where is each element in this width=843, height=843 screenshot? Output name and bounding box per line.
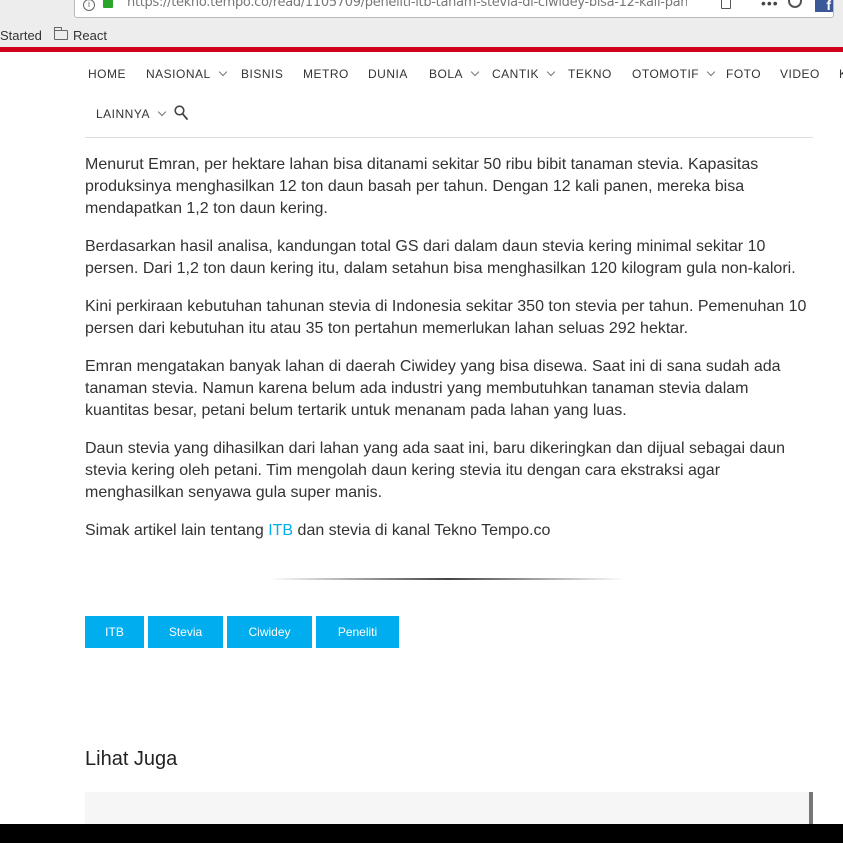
article-paragraph: Berdasarkan hasil analisa, kandungan tot… <box>85 238 796 277</box>
article-paragraph: Kini perkiraan kebutuhan tahunan stevia … <box>85 298 807 337</box>
closing-text: Simak artikel lain tentang <box>85 522 269 539</box>
tag-itb[interactable]: ITB <box>85 616 144 648</box>
url-text[interactable]: https://tekno.tempo.co/read/1105709/pene… <box>127 0 687 9</box>
browser-toolbar: i https://tekno.tempo.co/read/1105709/pe… <box>0 0 843 24</box>
nav-label: OTOMOTIF <box>632 67 700 81</box>
nav-label: NASIONAL <box>146 67 211 81</box>
tag-stevia[interactable]: Stevia <box>148 616 223 648</box>
nav-item-otomotif[interactable]: OTOMOTIF <box>632 67 716 81</box>
article-body: Menurut Emran, per hektare lahan bisa di… <box>85 154 815 558</box>
more-actions-icon[interactable]: ••• <box>761 0 779 11</box>
bookmark-react[interactable]: React <box>73 28 107 43</box>
bookmarks-bar: Started React <box>0 24 843 48</box>
article-paragraph: Daun stevia yang dihasilkan dari lahan y… <box>85 440 786 501</box>
nav-item-tekno[interactable]: TEKNO <box>568 67 612 81</box>
nav-label: TEKNO <box>568 67 612 81</box>
chevron-down-icon <box>218 67 227 77</box>
nav-label: LAINNYA <box>96 107 150 121</box>
chevron-down-icon <box>546 67 556 77</box>
nav-item-overflow[interactable]: K <box>839 67 843 81</box>
chevron-down-icon <box>706 67 716 77</box>
nav-item-bola[interactable]: BOLA <box>429 67 480 81</box>
info-icon[interactable]: i <box>83 0 95 11</box>
related-title: Lihat Juga <box>85 748 178 770</box>
site-header-bar <box>0 47 843 52</box>
nav-label: FOTO <box>726 67 762 81</box>
nav-item-nasional[interactable]: NASIONAL <box>146 67 227 81</box>
separator-line <box>270 578 625 580</box>
nav-item-metro[interactable]: METRO <box>303 67 349 81</box>
itb-link[interactable]: ITB <box>268 522 293 539</box>
nav-item-video[interactable]: VIDEO <box>780 67 820 81</box>
chevron-down-icon <box>470 67 480 77</box>
nav-item-bisnis[interactable]: BISNIS <box>241 67 283 81</box>
bottom-bar <box>0 824 843 843</box>
nav-item-foto[interactable]: FOTO <box>726 67 761 81</box>
url-bar[interactable]: i https://tekno.tempo.co/read/1105709/pe… <box>74 0 834 18</box>
chevron-down-icon <box>157 107 167 117</box>
nav-item-dunia[interactable]: DUNIA <box>368 67 408 81</box>
nav-label: DUNIA <box>368 67 408 81</box>
article-paragraph: Emran mengatakan banyak lahan di daerah … <box>85 358 781 419</box>
nav-label: BOLA <box>429 67 464 81</box>
nav-label: CANTIK <box>492 67 540 81</box>
nav-label: BISNIS <box>241 67 284 81</box>
nav-label: HOME <box>88 67 126 81</box>
nav-divider <box>85 137 813 138</box>
closing-text: dan stevia di kanal Tekno Tempo.co <box>293 522 551 539</box>
nav-label: VIDEO <box>780 67 820 81</box>
tag-ciwidey[interactable]: Ciwidey <box>227 616 312 648</box>
article-closing: Simak artikel lain tentang ITB dan stevi… <box>85 520 815 542</box>
lock-icon <box>103 0 113 8</box>
nav-item-lainnya[interactable]: LAINNYA <box>96 107 167 121</box>
bookmark-started[interactable]: Started <box>0 28 42 43</box>
nav-label: METRO <box>303 67 349 81</box>
facebook-icon[interactable]: f <box>815 0 833 13</box>
tag-peneliti[interactable]: Peneliti <box>316 616 399 648</box>
nav-item-home[interactable]: HOME <box>88 67 126 81</box>
pocket-icon[interactable] <box>788 0 802 8</box>
nav-item-cantik[interactable]: CANTIK <box>492 67 556 81</box>
article-paragraph: Menurut Emran, per hektare lahan bisa di… <box>85 156 759 217</box>
reader-view-icon[interactable] <box>721 0 731 9</box>
folder-icon <box>54 27 68 40</box>
search-icon[interactable] <box>174 105 188 121</box>
